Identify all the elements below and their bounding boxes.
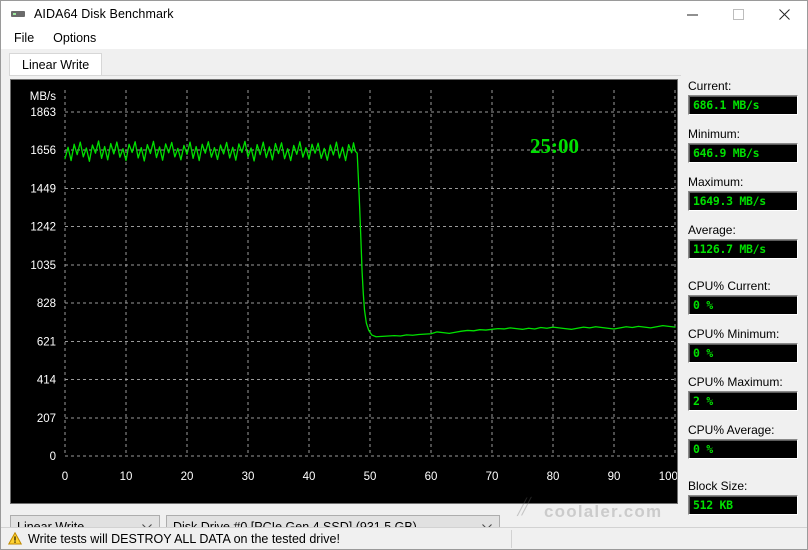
svg-text:0: 0 — [50, 451, 56, 463]
warning-triangle-icon — [8, 532, 22, 546]
stat-box-block-size: 512 KB — [688, 495, 798, 515]
svg-text:1656: 1656 — [30, 145, 56, 157]
minimize-icon[interactable] — [669, 1, 715, 27]
stat-box-maximum: 1649.3 MB/s — [688, 191, 798, 211]
svg-text:30: 30 — [242, 471, 255, 483]
elapsed-timer: 25:00 — [530, 134, 579, 158]
status-warning-text: Write tests will DESTROY ALL DATA on the… — [28, 531, 340, 546]
stat-box-cpu-minimum: 0 % — [688, 343, 798, 363]
svg-text:207: 207 — [37, 413, 56, 425]
stat-label-cpu-minimum: CPU% Minimum: — [688, 327, 780, 341]
title-bar: AIDA64 Disk Benchmark — [1, 1, 807, 27]
svg-text:60: 60 — [425, 471, 438, 483]
stat-value-average: 1126.7 MB/s — [693, 242, 766, 256]
stat-box-current: 686.1 MB/s — [688, 95, 798, 115]
stat-box-cpu-current: 0 % — [688, 295, 798, 315]
stat-box-minimum: 646.9 MB/s — [688, 143, 798, 163]
stat-label-maximum: Maximum: — [688, 175, 744, 189]
status-bar: Write tests will DESTROY ALL DATA on the… — [1, 527, 807, 549]
stat-box-cpu-maximum: 2 % — [688, 391, 798, 411]
svg-text:MB/s: MB/s — [30, 91, 56, 103]
window-title: AIDA64 Disk Benchmark — [34, 7, 174, 21]
svg-text:621: 621 — [37, 336, 56, 348]
tab-linear-write[interactable]: Linear Write — [9, 53, 103, 75]
menu-item-options[interactable]: Options — [48, 29, 105, 47]
stat-box-cpu-average: 0 % — [688, 439, 798, 459]
svg-text:40: 40 — [303, 471, 316, 483]
svg-text:414: 414 — [37, 375, 57, 387]
svg-text:1449: 1449 — [30, 183, 56, 195]
svg-text:20: 20 — [181, 471, 194, 483]
menu-bar: File Options — [1, 27, 807, 49]
stat-label-block-size: Block Size: — [688, 479, 748, 493]
stat-label-cpu-maximum: CPU% Maximum: — [688, 375, 783, 389]
stat-value-cpu-minimum: 0 % — [693, 346, 713, 360]
tab-strip: Linear Write — [9, 53, 681, 75]
svg-text:70: 70 — [486, 471, 499, 483]
stat-value-minimum: 646.9 MB/s — [693, 146, 760, 160]
aida64-disk-benchmark-window: AIDA64 Disk Benchmark File Options Linea… — [0, 0, 808, 550]
stat-value-block-size: 512 KB — [693, 498, 733, 512]
stat-box-average: 1126.7 MB/s — [688, 239, 798, 259]
svg-text:1242: 1242 — [30, 222, 56, 234]
stat-label-average: Average: — [688, 223, 736, 237]
stat-label-minimum: Minimum: — [688, 127, 741, 141]
tab-underline — [9, 75, 681, 76]
stat-value-cpu-maximum: 2 % — [693, 394, 713, 408]
stat-value-cpu-average: 0 % — [693, 442, 713, 456]
status-divider — [511, 530, 512, 548]
svg-text:80: 80 — [547, 471, 560, 483]
svg-text:1035: 1035 — [30, 260, 56, 272]
client-area: Linear Write 0 207 414 621 828 1035 1242 1449 16… — [1, 49, 807, 549]
svg-text:1863: 1863 — [30, 107, 56, 119]
benchmark-chart: 0 207 414 621 828 1035 1242 1449 1656 1863 MB/s 0 10… — [10, 79, 678, 504]
svg-text:50: 50 — [364, 471, 377, 483]
svg-text:90: 90 — [608, 471, 621, 483]
window-controls — [669, 1, 807, 27]
disk-drive-icon — [10, 6, 26, 22]
watermark-text: coolaler.com — [544, 502, 663, 521]
stat-label-cpu-average: CPU% Average: — [688, 423, 775, 437]
stat-label-current: Current: — [688, 79, 732, 93]
svg-text:828: 828 — [37, 298, 56, 310]
svg-text:100 %: 100 % — [659, 471, 677, 483]
stat-value-cpu-current: 0 % — [693, 298, 713, 312]
stat-value-current: 686.1 MB/s — [693, 98, 760, 112]
maximize-icon[interactable] — [715, 1, 761, 27]
stat-label-cpu-current: CPU% Current: — [688, 279, 771, 293]
stats-panel: Current: 686.1 MB/s Minimum: 646.9 MB/s … — [688, 79, 800, 527]
stat-value-maximum: 1649.3 MB/s — [693, 194, 766, 208]
svg-text:0: 0 — [62, 471, 68, 483]
svg-text:10: 10 — [120, 471, 133, 483]
menu-item-file[interactable]: File — [9, 29, 43, 47]
close-icon[interactable] — [761, 1, 807, 27]
